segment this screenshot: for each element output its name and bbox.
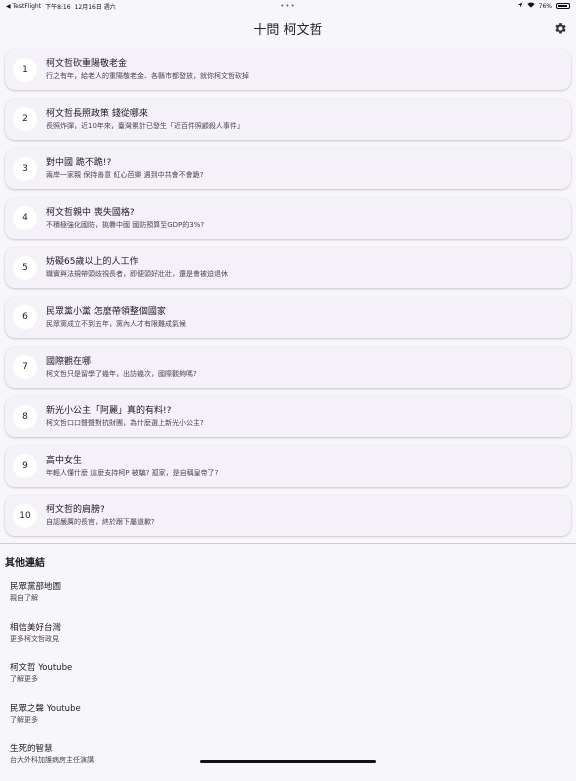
question-number: 2 [13,107,37,131]
question-card-3[interactable]: 3 對中國 跪不跪!? 兩岸一家親 保持善意 紅心芭樂 遇到中共會不會跪? [5,148,571,189]
question-card-8[interactable]: 8 新光小公主「阿麗」真的有料!? 柯文哲口口聲聲對抗財團，為什麼選上新光小公主… [5,396,571,437]
question-subtitle: 長照炸彈，近10年來，臺灣累計已發生「近百件照顧殺人事件」 [46,121,244,131]
question-subtitle: 民眾黨成立不到五年，黨內人才有限難成氣候 [46,319,186,329]
question-card-6[interactable]: 6 民眾黨小黨 怎麼帶領整個國家 民眾黨成立不到五年，黨內人才有限難成氣候 [5,297,571,338]
link-title: 相信美好台灣 [10,619,570,634]
status-bar: ◀ TestFlight 下午8:16 12月16日 週六 ••• 76% [0,0,576,12]
back-to-testflight[interactable]: ◀ TestFlight [6,3,41,10]
link-subtitle: 更多柯文哲政見 [10,634,570,644]
link-item-ko-youtube[interactable]: 柯文哲 Youtube 了解更多 [10,659,570,700]
question-number: 9 [13,454,37,478]
multitask-dots[interactable]: ••• [280,2,295,10]
question-number: 4 [13,206,37,230]
question-subtitle: 不積極強化國防，挑釁中國 國防預算至GDP的3%? [46,220,204,230]
question-title: 對中國 跪不跪!? [46,157,203,169]
question-number: 1 [13,58,37,82]
question-title: 柯文哲的肩膀? [46,504,155,516]
question-card-4[interactable]: 4 柯文哲親中 喪失國格? 不積極強化國防，挑釁中國 國防預算至GDP的3%? [5,198,571,239]
link-item-tpp-youtube[interactable]: 民眾之聲 Youtube 了解更多 [10,700,570,741]
question-subtitle: 職實與法規帶頭歧視長者，即便頭好壯壯，還是會被迫退休 [46,269,228,279]
battery-percent: 76% [539,3,552,10]
wifi-icon [527,2,535,10]
gear-icon [554,22,567,35]
question-title: 妨礙65歲以上的人工作 [46,256,228,268]
links-section-header: 其他連結 [5,554,45,569]
status-date: 12月16日 週六 [75,2,116,11]
question-card-9[interactable]: 9 高中女生 年輕人懂什麼 這麼支持柯P 被騙? 孤家，是自稱皇帝了? [5,446,571,487]
link-title: 民眾黨部地圖 [10,578,570,593]
question-number: 3 [13,157,37,181]
question-subtitle: 兩岸一家親 保持善意 紅心芭樂 遇到中共會不會跪? [46,170,203,180]
question-title: 新光小公主「阿麗」真的有料!? [46,405,204,417]
question-title: 柯文哲親中 喪失國格? [46,207,204,219]
link-title: 民眾之聲 Youtube [10,700,570,715]
question-number: 5 [13,256,37,280]
question-title: 柯文哲砍重陽敬老金 [46,58,249,70]
question-card-1[interactable]: 1 柯文哲砍重陽敬老金 行之有年，給老人的重陽敬老金、各縣市都發放，就你柯文哲砍… [5,49,571,90]
question-subtitle: 柯文哲只是留學了幾年，出訪幾次，國際觀夠嗎? [46,369,197,379]
question-card-2[interactable]: 2 柯文哲長照政策 錢從哪來 長照炸彈，近10年來，臺灣累計已發生「近百件照顧殺… [5,99,571,140]
link-subtitle: 親自了解 [10,593,570,603]
page-title: 十問 柯文哲 [253,19,322,38]
link-title: 柯文哲 Youtube [10,659,570,674]
question-card-5[interactable]: 5 妨礙65歲以上的人工作 職實與法規帶頭歧視長者，即便頭好壯壯，還是會被迫退休 [5,247,571,288]
link-subtitle: 了解更多 [10,674,570,684]
section-divider [0,543,576,544]
question-number: 8 [13,405,37,429]
home-indicator[interactable] [200,760,376,763]
link-subtitle: 了解更多 [10,715,570,725]
question-list: 1 柯文哲砍重陽敬老金 行之有年，給老人的重陽敬老金、各縣市都發放，就你柯文哲砍… [5,49,571,545]
settings-button[interactable] [552,20,568,36]
link-item-party-map[interactable]: 民眾黨部地圖 親自了解 [10,578,570,619]
link-item-believe-taiwan[interactable]: 相信美好台灣 更多柯文哲政見 [10,619,570,660]
question-card-7[interactable]: 7 國際觀在哪 柯文哲只是留學了幾年，出訪幾次，國際觀夠嗎? [5,347,571,388]
question-card-10[interactable]: 10 柯文哲的肩膀? 自認嚴厲的長官，終於跟下屬道歉? [5,495,571,536]
question-title: 民眾黨小黨 怎麼帶領整個國家 [46,306,186,318]
question-subtitle: 柯文哲口口聲聲對抗財團，為什麼選上新光小公主? [46,418,204,428]
location-icon [517,2,523,10]
links-list: 民眾黨部地圖 親自了解 相信美好台灣 更多柯文哲政見 柯文哲 Youtube 了… [10,578,570,781]
question-subtitle: 年輕人懂什麼 這麼支持柯P 被騙? 孤家，是自稱皇帝了? [46,468,218,478]
battery-icon [556,3,570,9]
question-number: 10 [13,504,37,528]
question-number: 6 [13,305,37,329]
question-title: 高中女生 [46,455,218,467]
question-title: 國際觀在哪 [46,356,197,368]
question-title: 柯文哲長照政策 錢從哪來 [46,108,244,120]
link-title: 生死的智慧 [10,740,570,755]
app-bar: 十問 柯文哲 [0,12,576,44]
question-number: 7 [13,355,37,379]
question-subtitle: 行之有年，給老人的重陽敬老金、各縣市都發放，就你柯文哲砍掉 [46,71,249,81]
status-time: 下午8:16 [45,2,70,11]
question-subtitle: 自認嚴厲的長官，終於跟下屬道歉? [46,517,155,527]
